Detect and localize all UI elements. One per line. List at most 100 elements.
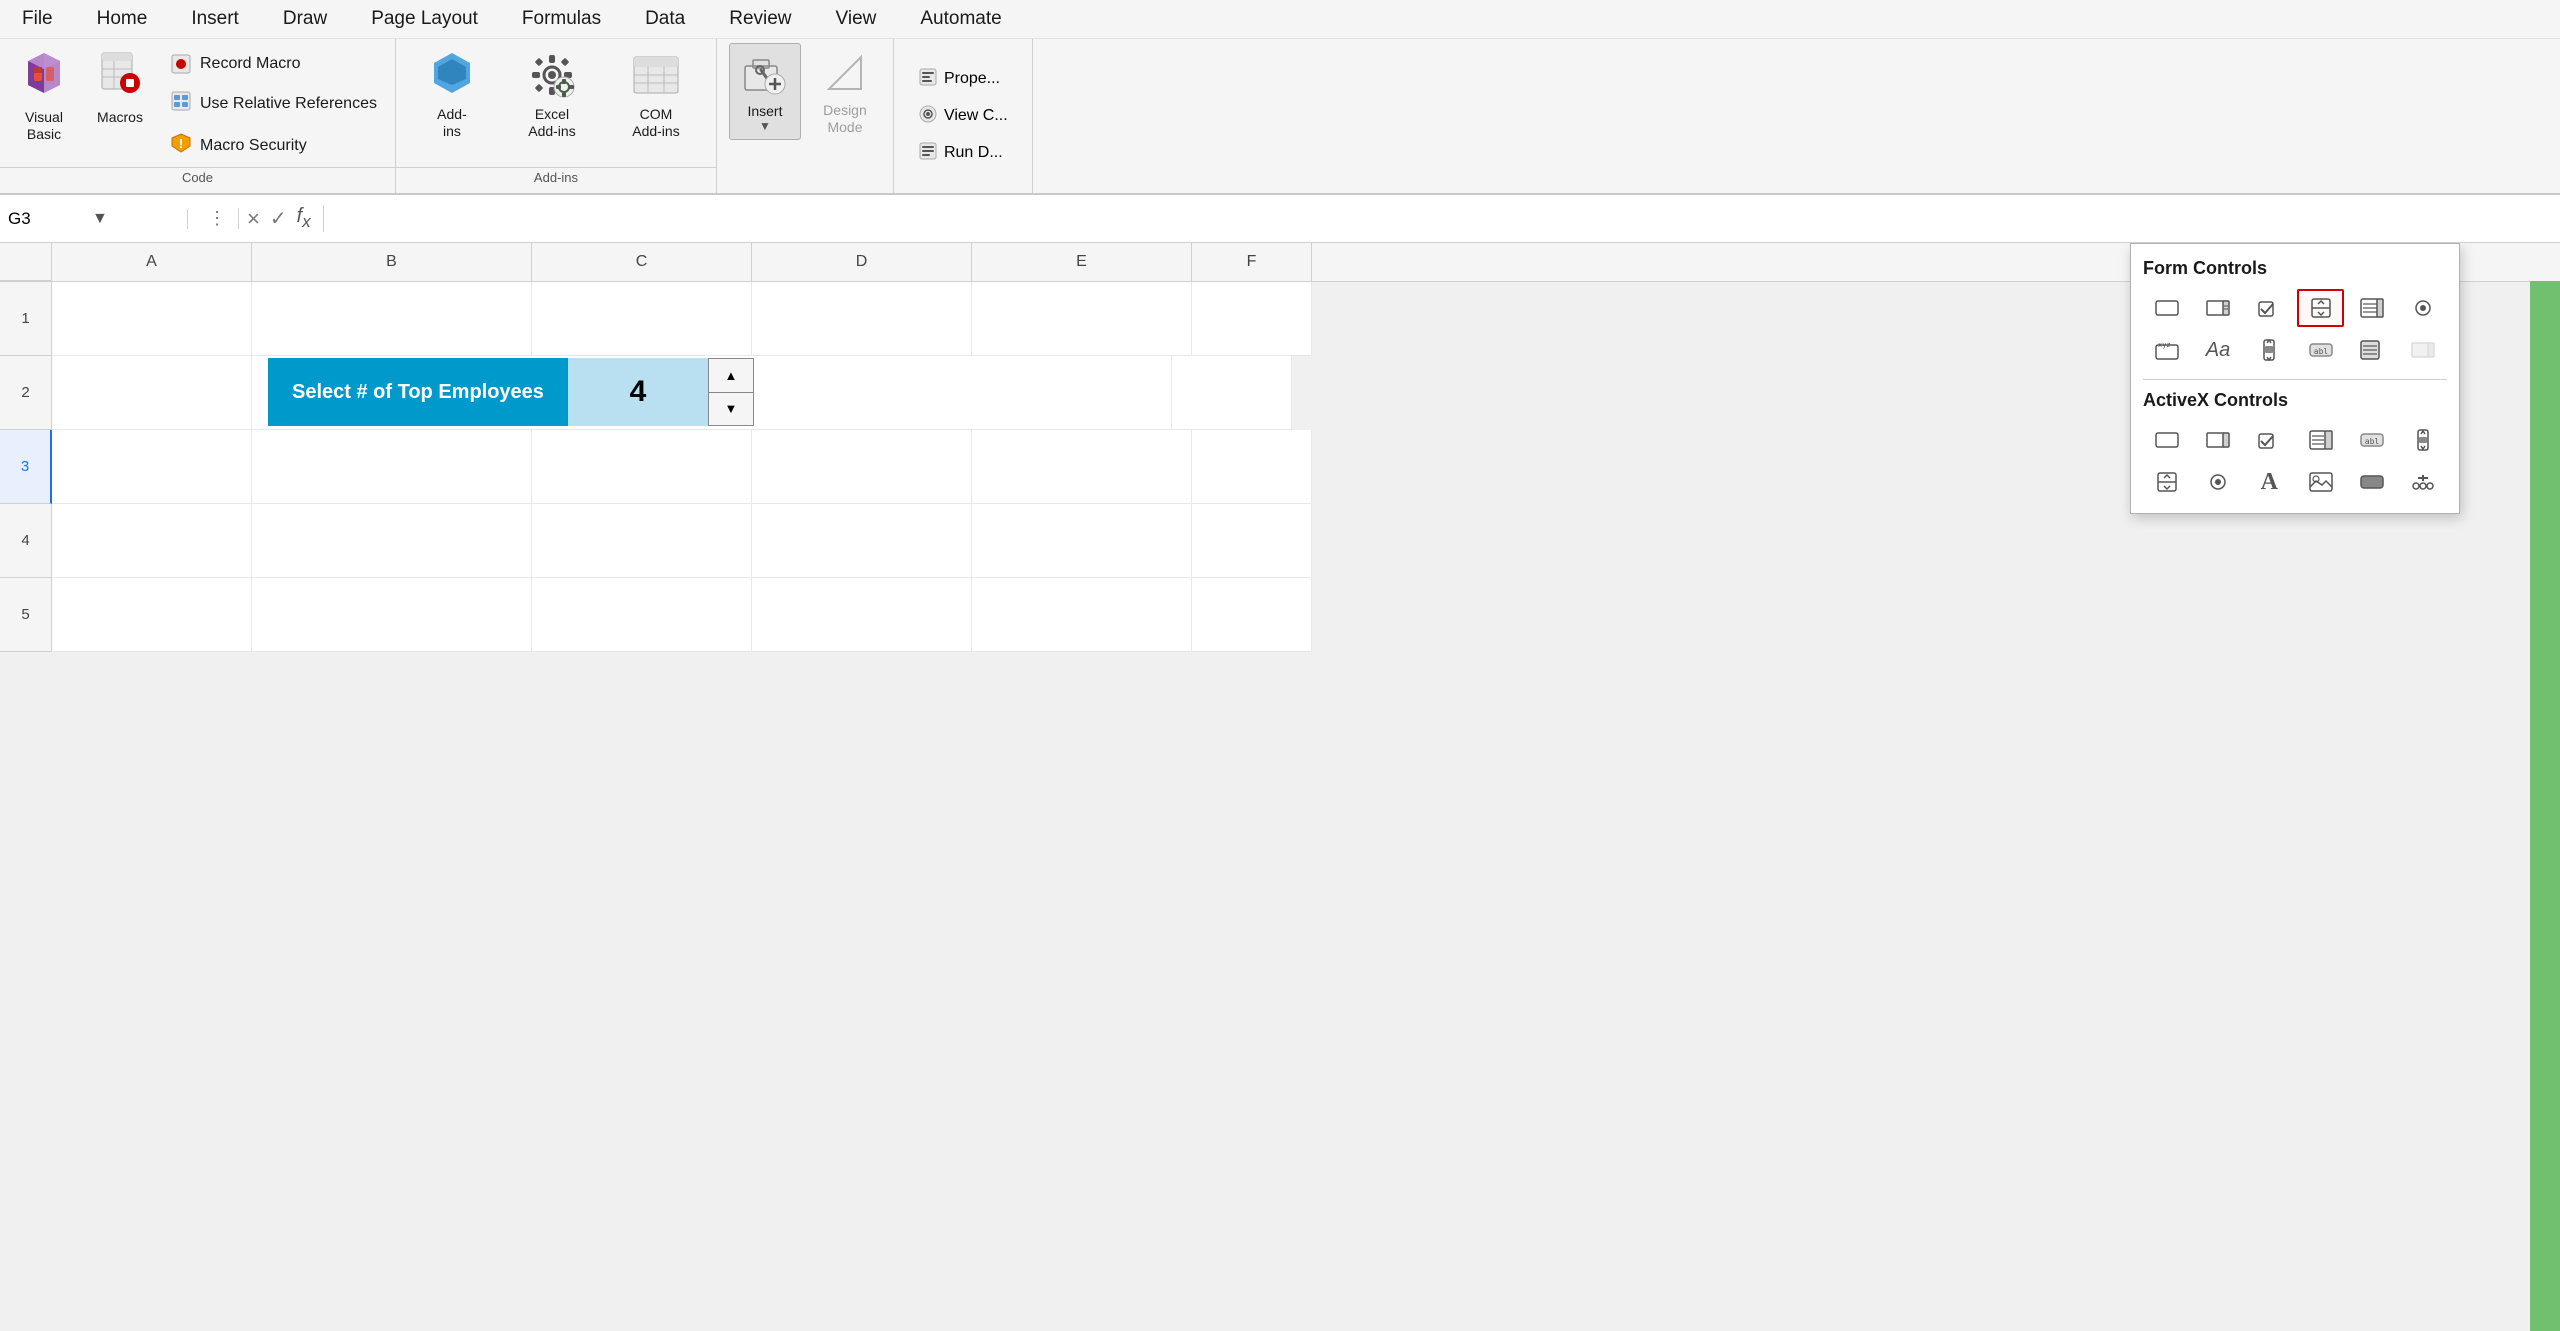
excel-add-ins-label: ExcelAdd-ins bbox=[528, 106, 575, 140]
ax-combo-btn[interactable] bbox=[2194, 421, 2241, 459]
menu-draw[interactable]: Draw bbox=[261, 2, 349, 36]
cell-F5[interactable] bbox=[1192, 578, 1312, 652]
ax-optbtn-btn[interactable] bbox=[2194, 463, 2241, 501]
cell-B5[interactable] bbox=[252, 578, 532, 652]
ax-listbox-btn[interactable] bbox=[2297, 421, 2344, 459]
ax-toggle-btn[interactable] bbox=[2348, 463, 2395, 501]
spinner-value-box[interactable]: 4 bbox=[568, 358, 708, 426]
fc-scrollbar-btn[interactable] bbox=[2246, 331, 2293, 369]
fc-spinbutton-btn[interactable] bbox=[2297, 289, 2344, 327]
cell-A5[interactable] bbox=[52, 578, 252, 652]
view-code-button[interactable]: View C... bbox=[910, 99, 1016, 133]
spinner-down-arrow[interactable]: ▼ bbox=[709, 393, 753, 426]
ax-spinner-btn[interactable] bbox=[2143, 463, 2190, 501]
row-header-3[interactable]: 3 bbox=[0, 430, 52, 504]
cell-F4[interactable] bbox=[1192, 504, 1312, 578]
cancel-formula-icon[interactable]: × bbox=[247, 206, 260, 232]
com-add-ins-button[interactable]: COMAdd-ins bbox=[616, 43, 696, 146]
fc-listbox-btn[interactable] bbox=[2348, 289, 2395, 327]
cell-B1[interactable] bbox=[252, 282, 532, 356]
macro-security-icon: ! bbox=[170, 132, 192, 159]
fc-combobox-btn[interactable] bbox=[2194, 289, 2241, 327]
col-header-A[interactable]: A bbox=[52, 243, 252, 281]
add-ins-button[interactable]: Add-ins bbox=[416, 43, 488, 146]
cell-reference-dropdown-icon[interactable]: ▼ bbox=[92, 210, 108, 228]
cell-E4[interactable] bbox=[972, 504, 1192, 578]
cell-B3[interactable] bbox=[252, 430, 532, 504]
cell-A4[interactable] bbox=[52, 504, 252, 578]
cell-reference-input[interactable] bbox=[8, 209, 88, 229]
spinner-form-control[interactable]: Select # of Top Employees 4 ▲ ▼ bbox=[268, 358, 754, 426]
menu-insert[interactable]: Insert bbox=[169, 2, 261, 36]
ax-biglabel-btn[interactable]: A bbox=[2246, 463, 2293, 501]
menu-home[interactable]: Home bbox=[75, 2, 170, 36]
cell-D1[interactable] bbox=[752, 282, 972, 356]
cell-F1[interactable] bbox=[1192, 282, 1312, 356]
menu-view[interactable]: View bbox=[814, 2, 899, 36]
row-header-2[interactable]: 2 bbox=[0, 356, 52, 430]
menu-review[interactable]: Review bbox=[707, 2, 813, 36]
excel-add-ins-button[interactable]: ExcelAdd-ins bbox=[512, 43, 592, 146]
cell-F2[interactable] bbox=[1172, 356, 1292, 430]
ax-scroll-btn[interactable] bbox=[2400, 421, 2447, 459]
record-macro-button[interactable]: Record Macro bbox=[160, 47, 387, 81]
cell-C3[interactable] bbox=[532, 430, 752, 504]
fc-combo2-btn[interactable] bbox=[2400, 331, 2447, 369]
cell-D5[interactable] bbox=[752, 578, 972, 652]
fx-icon[interactable]: fx bbox=[297, 205, 311, 232]
col-header-E[interactable]: E bbox=[972, 243, 1192, 281]
ax-textbox-btn[interactable]: abl bbox=[2348, 421, 2395, 459]
cell-A1[interactable] bbox=[52, 282, 252, 356]
visual-basic-button[interactable]: VisualBasic bbox=[8, 43, 80, 149]
col-header-D[interactable]: D bbox=[752, 243, 972, 281]
row-header-4[interactable]: 4 bbox=[0, 504, 52, 578]
fc-button-btn[interactable]: abl bbox=[2297, 331, 2344, 369]
cell-E3[interactable] bbox=[972, 430, 1192, 504]
fc-label-btn[interactable] bbox=[2143, 289, 2190, 327]
cell-A3[interactable] bbox=[52, 430, 252, 504]
cell-C4[interactable] bbox=[532, 504, 752, 578]
fc-checkbox-btn[interactable] bbox=[2246, 289, 2293, 327]
insert-controls-button[interactable]: Insert ▼ bbox=[729, 43, 801, 140]
cell-F3[interactable] bbox=[1192, 430, 1312, 504]
spinner-up-arrow[interactable]: ▲ bbox=[709, 359, 753, 393]
add-ins-label: Add-ins bbox=[437, 106, 467, 140]
cell-E5[interactable] bbox=[972, 578, 1192, 652]
col-header-F[interactable]: F bbox=[1192, 243, 1312, 281]
menu-formulas[interactable]: Formulas bbox=[500, 2, 623, 36]
cell-C5[interactable] bbox=[532, 578, 752, 652]
cell-A2[interactable] bbox=[52, 356, 252, 430]
col-header-C[interactable]: C bbox=[532, 243, 752, 281]
cell-E1[interactable] bbox=[972, 282, 1192, 356]
ax-image-btn[interactable] bbox=[2297, 463, 2344, 501]
ax-checkbox-btn[interactable] bbox=[2246, 421, 2293, 459]
cell-C1[interactable] bbox=[532, 282, 752, 356]
menu-automate[interactable]: Automate bbox=[898, 2, 1023, 36]
fc-optionbutton-btn[interactable] bbox=[2400, 289, 2447, 327]
properties-button[interactable]: Prope... bbox=[910, 62, 1016, 96]
right-side-buttons: Prope... View C... bbox=[894, 39, 1033, 193]
formula-input[interactable] bbox=[332, 209, 2552, 229]
ax-label-btn[interactable] bbox=[2143, 421, 2190, 459]
menu-data[interactable]: Data bbox=[623, 2, 707, 36]
menu-page-layout[interactable]: Page Layout bbox=[349, 2, 500, 36]
ax-morecontrols-btn[interactable] bbox=[2400, 463, 2447, 501]
cell-B2-with-spinner[interactable]: Select # of Top Employees 4 ▲ ▼ bbox=[252, 356, 1172, 430]
design-mode-button[interactable]: DesignMode bbox=[809, 43, 881, 142]
cell-D4[interactable] bbox=[752, 504, 972, 578]
confirm-formula-icon[interactable]: ✓ bbox=[270, 206, 287, 231]
cell-D3[interactable] bbox=[752, 430, 972, 504]
fc-groupbox-btn[interactable]: xyz bbox=[2143, 331, 2190, 369]
macro-security-button[interactable]: ! Macro Security bbox=[160, 126, 387, 165]
run-dialog-button[interactable]: Run D... bbox=[910, 136, 1016, 170]
use-relative-references-button[interactable]: Use Relative References bbox=[160, 84, 387, 123]
fc-list2-btn[interactable] bbox=[2348, 331, 2395, 369]
row-header-1[interactable]: 1 bbox=[0, 282, 52, 356]
menu-file[interactable]: File bbox=[0, 2, 75, 36]
fc-label2-btn[interactable]: Aa bbox=[2194, 331, 2241, 369]
macros-button[interactable]: Macros bbox=[84, 43, 156, 131]
record-macro-label: Record Macro bbox=[200, 55, 300, 73]
col-header-B[interactable]: B bbox=[252, 243, 532, 281]
cell-B4[interactable] bbox=[252, 504, 532, 578]
row-header-5[interactable]: 5 bbox=[0, 578, 52, 652]
